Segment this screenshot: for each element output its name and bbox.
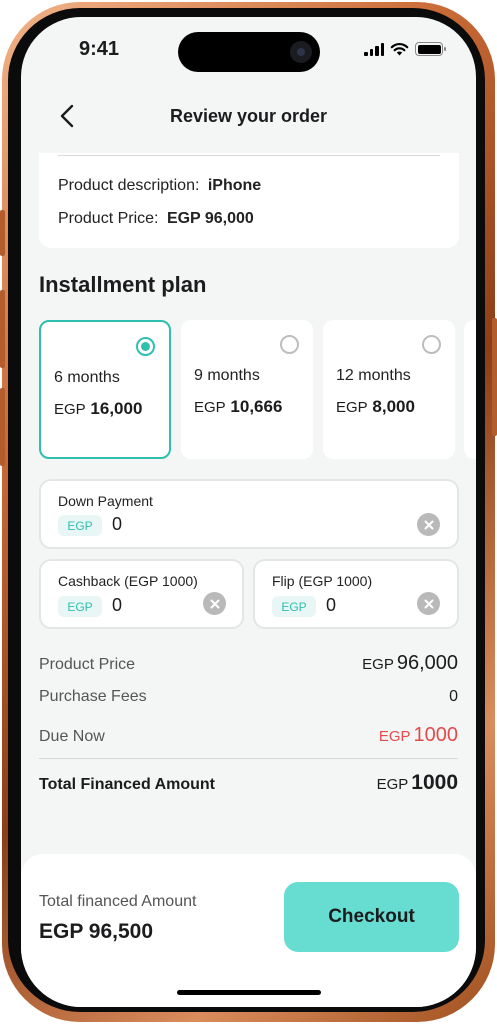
clear-flip-button[interactable] <box>417 592 440 615</box>
volume-down-button <box>0 388 5 466</box>
plan-amount: EGP 16,000 <box>54 399 142 419</box>
close-icon <box>424 520 433 529</box>
volume-up-button <box>0 290 5 368</box>
cashback-input[interactable] <box>112 595 172 616</box>
plan-option-6-months[interactable]: 6 months EGP 16,000 <box>39 320 171 459</box>
amount: 1000 <box>411 771 458 794</box>
product-price-label: Product Price: <box>58 210 159 227</box>
amount: 96,000 <box>396 652 458 674</box>
wifi-icon <box>390 43 409 56</box>
checkout-button[interactable]: Checkout <box>284 882 459 952</box>
summary-purchase-fees-label: Purchase Fees <box>39 688 147 705</box>
plan-amount: EGP 10,666 <box>194 397 282 417</box>
summary-due-now-row: Due Now EGP 1000 <box>39 724 458 747</box>
plan-option-9-months[interactable]: 9 months EGP 10,666 <box>181 320 313 459</box>
divider <box>58 155 440 156</box>
summary-total-row: Total Financed Amount EGP 1000 <box>39 771 458 795</box>
status-icons <box>364 42 446 56</box>
down-payment-label: Down Payment <box>58 493 153 509</box>
dynamic-island <box>178 32 320 72</box>
summary-divider <box>39 758 458 759</box>
power-button <box>492 318 497 436</box>
plan-term: 9 months <box>194 367 260 384</box>
checkout-footer: Total financed Amount EGP 96,500 Checkou… <box>21 854 476 1007</box>
summary-due-now-label: Due Now <box>39 728 105 745</box>
clear-down-payment-button[interactable] <box>417 513 440 536</box>
camera-icon <box>290 41 312 63</box>
summary-total-value: EGP 1000 <box>377 771 458 795</box>
plan-amount-value: 16,000 <box>90 399 143 418</box>
clear-cashback-button[interactable] <box>203 592 226 615</box>
product-info-card: Product description: iPhone Product Pric… <box>39 153 459 248</box>
summary-purchase-fees-row: Purchase Fees 0 <box>39 688 458 706</box>
down-payment-input[interactable] <box>112 514 192 535</box>
plan-option-12-months[interactable]: 12 months EGP 8,000 <box>323 320 455 459</box>
product-price-row: Product Price: EGP 96,000 <box>58 210 254 228</box>
currency-label: EGP <box>376 776 409 793</box>
screen: 9:41 Review your order Product descripti… <box>21 17 476 1007</box>
footer-total-label: Total financed Amount <box>39 893 197 910</box>
plan-currency: EGP <box>336 399 368 416</box>
page-title: Review your order <box>169 106 328 126</box>
cashback-label: Cashback (EGP 1000) <box>58 573 198 589</box>
radio-icon <box>280 335 299 354</box>
currency-label: EGP <box>378 728 411 745</box>
plan-currency: EGP <box>194 399 226 416</box>
status-time: 9:41 <box>79 38 120 60</box>
currency-chip: EGP <box>272 596 316 617</box>
cashback-field: Cashback (EGP 1000) EGP <box>39 559 244 629</box>
product-description-row: Product description: iPhone <box>58 177 261 195</box>
close-icon <box>210 599 219 608</box>
amount: 1000 <box>413 724 459 746</box>
flip-input[interactable] <box>326 595 386 616</box>
product-description-value: iPhone <box>207 177 262 194</box>
currency-chip: EGP <box>58 596 102 617</box>
battery-icon <box>415 42 446 56</box>
summary-purchase-fees-value: 0 <box>449 688 458 705</box>
radio-icon <box>136 337 155 356</box>
summary-total-label: Total Financed Amount <box>39 776 215 793</box>
down-payment-field: Down Payment EGP <box>39 479 459 549</box>
plan-term: 6 months <box>54 369 120 386</box>
flip-field: Flip (EGP 1000) EGP <box>253 559 459 629</box>
plan-amount-value: 10,666 <box>230 397 283 416</box>
action-button <box>0 210 5 256</box>
summary-product-price-label: Product Price <box>39 656 136 673</box>
product-description-label: Product description: <box>58 177 200 194</box>
home-indicator[interactable] <box>177 990 321 995</box>
plan-option-peek[interactable] <box>464 320 476 459</box>
summary-product-price-value: EGP 96,000 <box>362 652 458 675</box>
product-price-value: EGP 96,000 <box>166 210 254 227</box>
plan-amount: EGP 8,000 <box>336 397 415 417</box>
plan-currency: EGP <box>54 401 86 418</box>
summary-product-price-row: Product Price EGP 96,000 <box>39 652 458 675</box>
currency-chip: EGP <box>58 515 102 536</box>
plan-term: 12 months <box>336 367 411 384</box>
cellular-signal-icon <box>364 42 384 56</box>
footer-total-amount: EGP 96,500 <box>39 920 154 943</box>
close-icon <box>424 599 433 608</box>
plan-amount-value: 8,000 <box>372 397 415 416</box>
currency-label: EGP <box>362 656 394 673</box>
flip-label: Flip (EGP 1000) <box>272 573 373 589</box>
installment-plan-title: Installment plan <box>39 272 207 297</box>
summary-due-now-value: EGP 1000 <box>379 724 458 747</box>
radio-icon <box>422 335 441 354</box>
